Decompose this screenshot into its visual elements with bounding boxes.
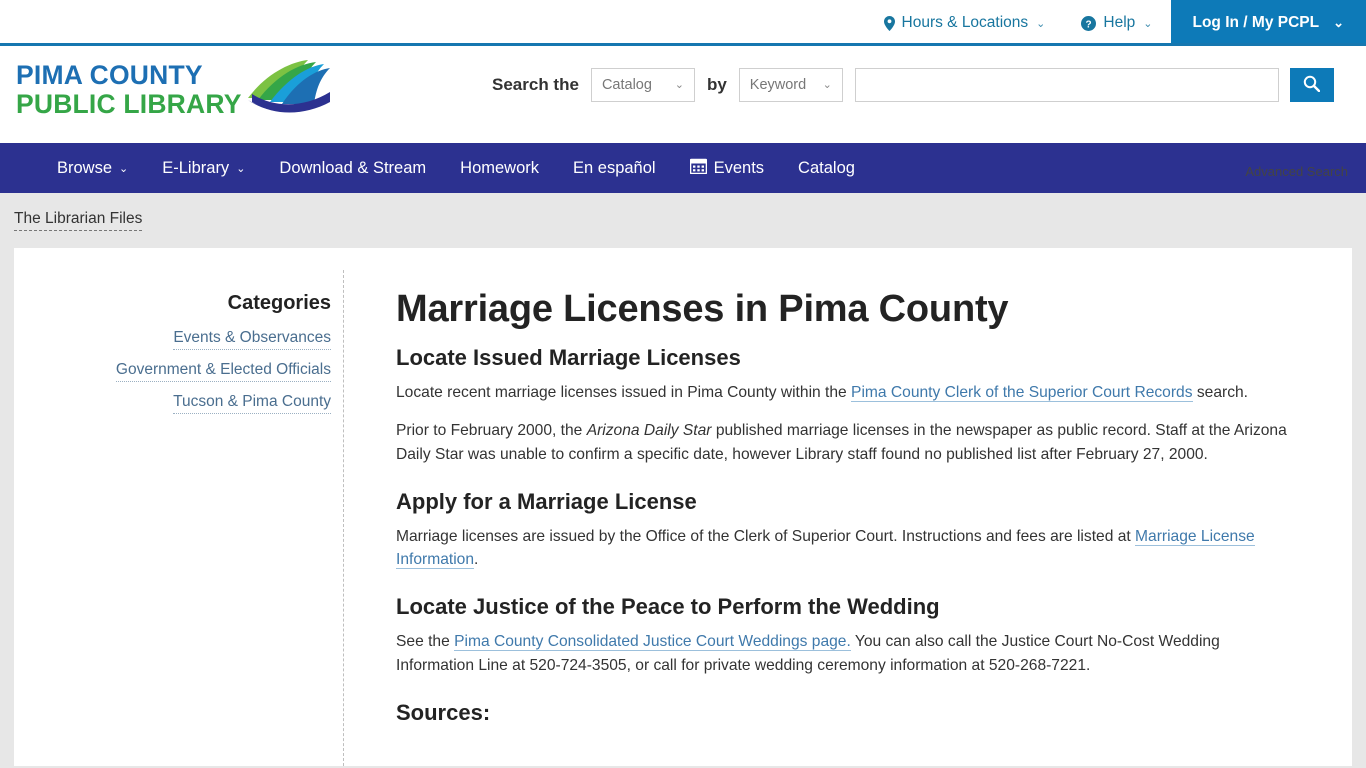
logo-wordmark: PIMA COUNTY PUBLIC LIBRARY	[16, 62, 242, 117]
category-link-tucson-pima-county[interactable]: Tucson & Pima County	[173, 393, 331, 414]
login-label: Log In / My PCPL	[1192, 14, 1320, 31]
hours-locations-label: Hours & Locations	[901, 14, 1029, 31]
search-scope-select[interactable]: Catalog ⌄	[590, 68, 695, 102]
p2-text-before: Prior to February 2000, the	[396, 421, 587, 439]
p1-text-after: search.	[1192, 384, 1249, 401]
nav-item-homework[interactable]: Homework	[443, 159, 556, 178]
nav-item-en-espanol[interactable]: En español	[556, 159, 673, 178]
category-link-events-observances[interactable]: Events & Observances	[173, 329, 331, 350]
help-circle-icon: ?	[1081, 15, 1097, 31]
nav-label: Events	[713, 158, 765, 177]
link-clerk-superior-court-records[interactable]: Pima County Clerk of the Superior Court …	[851, 384, 1193, 402]
p4-text-before: See the	[396, 633, 455, 651]
category-link-government-elected-officials[interactable]: Government & Elected Officials	[115, 361, 331, 382]
site-logo[interactable]: PIMA COUNTY PUBLIC LIBRARY	[16, 58, 332, 121]
nav-label: Homework	[460, 158, 540, 177]
chevron-down-icon: ⌄	[674, 78, 684, 91]
help-label: Help	[1103, 14, 1136, 31]
logo-line-two: PUBLIC LIBRARY	[16, 88, 242, 119]
nav-item-download-stream[interactable]: Download & Stream	[262, 159, 443, 178]
login-my-pcpl-button[interactable]: Log In / My PCPL ⌄	[1170, 0, 1366, 46]
chevron-down-icon: ⌄	[119, 162, 129, 175]
search-icon	[1303, 75, 1321, 95]
top-utility-bar: Hours & Locations ⌄ ? Help ⌄ Log In / My…	[0, 0, 1366, 46]
hours-locations-link[interactable]: Hours & Locations ⌄	[866, 0, 1064, 46]
search-the-label: Search the	[492, 75, 579, 94]
help-link[interactable]: ? Help ⌄	[1063, 0, 1170, 46]
nav-label: En español	[573, 158, 656, 177]
p3-text-after: .	[474, 551, 479, 569]
advanced-search-link[interactable]: Advanced Search	[1245, 164, 1348, 179]
search-scope-value: Catalog	[601, 77, 652, 93]
logo-fan-icon	[246, 58, 332, 121]
search-index-select[interactable]: Keyword ⌄	[738, 68, 843, 102]
breadcrumb: The Librarian Files	[0, 193, 1366, 248]
content-card: Categories Events & Observances Governme…	[14, 248, 1352, 766]
heading-locate-issued-licenses: Locate Issued Marriage Licenses	[396, 345, 741, 370]
svg-text:?: ?	[1086, 19, 1092, 30]
p3-text-before: Marriage licenses are issued by the Offi…	[396, 527, 1136, 545]
heading-apply-marriage-license: Apply for a Marriage License	[396, 488, 697, 514]
search-bar: Search the Catalog ⌄ by Keyword ⌄	[492, 68, 1334, 102]
chevron-down-icon: ⌄	[1143, 17, 1153, 30]
nav-label: Download & Stream	[279, 158, 427, 177]
search-input[interactable]	[854, 68, 1279, 102]
site-header: PIMA COUNTY PUBLIC LIBRARY Search the Ca…	[0, 46, 1366, 179]
chevron-down-icon: ⌄	[822, 78, 832, 91]
chevron-down-icon: ⌄	[1333, 15, 1344, 30]
paragraph-prior-february-2000: Prior to February 2000, the Arizona Dail…	[396, 419, 1302, 467]
breadcrumb-librarian-files[interactable]: The Librarian Files	[14, 210, 143, 231]
nav-label: Browse	[57, 158, 113, 177]
nav-item-browse[interactable]: Browse ⌄	[40, 159, 145, 178]
heading-locate-justice-of-peace: Locate Justice of the Peace to Perform t…	[396, 594, 940, 620]
article-content: Marriage Licenses in Pima County Locate …	[344, 270, 1352, 766]
search-index-value: Keyword	[749, 77, 807, 93]
search-by-label: by	[706, 75, 727, 94]
link-consolidated-justice-court-weddings[interactable]: Pima County Consolidated Justice Court W…	[454, 633, 851, 652]
chevron-down-icon: ⌄	[1036, 17, 1046, 30]
p2-italic-publication: Arizona Daily Star	[586, 421, 712, 439]
categories-title: Categories	[227, 292, 331, 314]
calendar-icon	[689, 157, 707, 179]
map-pin-icon	[883, 15, 895, 31]
heading-sources: Sources:	[396, 699, 491, 725]
main-navigation: Browse ⌄ E-Library ⌄ Download & Stream H…	[0, 143, 1366, 193]
categories-sidebar: Categories Events & Observances Governme…	[14, 270, 344, 766]
nav-label: Catalog	[798, 158, 855, 177]
chevron-down-icon: ⌄	[236, 162, 246, 175]
page-title: Marriage Licenses in Pima County	[396, 288, 1009, 330]
nav-label: E-Library	[162, 158, 230, 177]
paragraph-locate-recent: Locate recent marriage licenses issued i…	[396, 381, 1302, 405]
p1-text-before: Locate recent marriage licenses issued i…	[396, 384, 852, 401]
nav-item-elibrary[interactable]: E-Library ⌄	[145, 159, 262, 178]
search-submit-button[interactable]	[1289, 68, 1334, 102]
logo-line-one: PIMA COUNTY	[16, 60, 203, 90]
paragraph-justice-court: See the Pima County Consolidated Justice…	[396, 630, 1302, 678]
nav-item-catalog[interactable]: Catalog	[781, 159, 872, 178]
paragraph-apply-instructions: Marriage licenses are issued by the Offi…	[396, 525, 1302, 573]
nav-item-events[interactable]: Events	[673, 157, 781, 179]
